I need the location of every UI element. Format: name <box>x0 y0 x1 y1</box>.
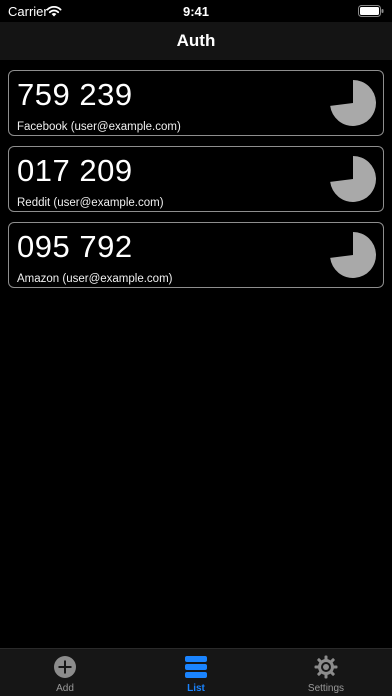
token-card-reddit[interactable]: 017 209 Reddit (user@example.com) <box>8 146 384 212</box>
tab-add-label: Add <box>56 683 74 694</box>
tab-bar: Add List Settings <box>0 648 392 696</box>
countdown-pie-icon <box>330 232 376 278</box>
tab-settings-label: Settings <box>307 683 345 694</box>
token-list: 759 239 Facebook (user@example.com) 017 … <box>8 70 384 298</box>
navigation-bar: Auth <box>0 22 392 60</box>
token-account: Facebook (user@example.com) <box>17 121 181 133</box>
add-circle-icon <box>54 656 76 678</box>
token-account: Reddit (user@example.com) <box>17 197 164 209</box>
token-account: Amazon (user@example.com) <box>17 273 173 285</box>
token-code: 759 239 <box>17 77 133 112</box>
countdown-pie-icon <box>330 156 376 202</box>
tab-add[interactable]: Add <box>0 649 130 696</box>
token-code: 095 792 <box>17 229 133 264</box>
status-time: 9:41 <box>182 4 210 19</box>
token-card-amazon[interactable]: 095 792 Amazon (user@example.com) <box>8 222 384 288</box>
token-card-facebook[interactable]: 759 239 Facebook (user@example.com) <box>8 70 384 136</box>
status-bar: Carrier 9:41 <box>0 0 392 22</box>
list-icon <box>185 656 207 678</box>
countdown-pie-icon <box>330 80 376 126</box>
tab-list-label: List <box>187 683 205 694</box>
tab-settings[interactable]: Settings <box>261 649 391 696</box>
tab-list[interactable]: List <box>131 649 261 696</box>
battery-icon <box>358 5 384 17</box>
page-title: Auth <box>176 31 216 50</box>
gear-icon <box>314 655 338 679</box>
token-code: 017 209 <box>17 153 133 188</box>
